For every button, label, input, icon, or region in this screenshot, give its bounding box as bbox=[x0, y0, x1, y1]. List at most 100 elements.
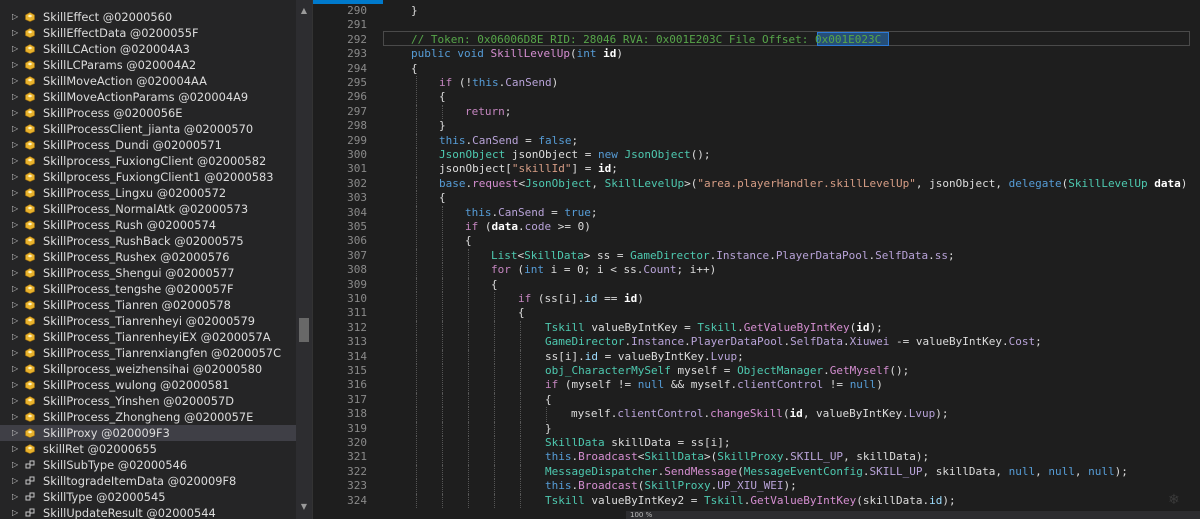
tree-item[interactable]: ▷ SkillProcess_NormalAtk @02000573 bbox=[0, 201, 296, 217]
expand-arrow-icon[interactable]: ▷ bbox=[12, 329, 22, 345]
code-line[interactable]: 315 obj_CharacterMySelf myself = ObjectMa… bbox=[313, 364, 1200, 379]
tree-scrollbar-thumb[interactable] bbox=[299, 318, 309, 342]
tree-item[interactable]: ▷ SkillProcess_Lingxu @02000572 bbox=[0, 185, 296, 201]
expand-arrow-icon[interactable]: ▷ bbox=[12, 249, 22, 265]
expand-arrow-icon[interactable]: ▷ bbox=[12, 409, 22, 425]
expand-arrow-icon[interactable]: ▷ bbox=[12, 25, 22, 41]
code-line[interactable]: 303 { bbox=[313, 191, 1200, 206]
tree-item[interactable]: ▷ SkillMoveActionParams @020004A9 bbox=[0, 89, 296, 105]
expand-arrow-icon[interactable]: ▷ bbox=[12, 217, 22, 233]
tree-item[interactable]: ▷ SkillProcess_Tianrenheyi @02000579 bbox=[0, 313, 296, 329]
code-line[interactable]: 294 { bbox=[313, 62, 1200, 77]
expand-arrow-icon[interactable]: ▷ bbox=[12, 425, 22, 441]
code-line[interactable]: 319} bbox=[313, 421, 1200, 437]
tree-item[interactable]: ▷ SkillMoveAction @020004AA bbox=[0, 73, 296, 89]
expand-arrow-icon[interactable]: ▷ bbox=[12, 505, 22, 519]
tree-item[interactable]: ▷ SkillUpdateResult @02000544 bbox=[0, 505, 296, 519]
expand-arrow-icon[interactable]: ▷ bbox=[12, 89, 22, 105]
code-line[interactable]: 310 if (ss[i].id == id) bbox=[313, 292, 1200, 307]
expand-arrow-icon[interactable]: ▷ bbox=[12, 265, 22, 281]
code-line[interactable]: 318 myself.clientControl.changeSkill(id, … bbox=[313, 407, 1200, 422]
expand-arrow-icon[interactable]: ▷ bbox=[12, 121, 22, 137]
tree-item[interactable]: ▷ SkillEffectData @0200055F bbox=[0, 25, 296, 41]
tree-item[interactable]: ▷ SkillSubType @02000546 bbox=[0, 457, 296, 473]
expand-arrow-icon[interactable]: ▷ bbox=[12, 345, 22, 361]
tree-item[interactable]: ▷ SkillProcess_Rushex @02000576 bbox=[0, 249, 296, 265]
expand-arrow-icon[interactable]: ▷ bbox=[12, 73, 22, 89]
tree-item[interactable]: ▷ SkillProcess_Zhongheng @0200057E bbox=[0, 409, 296, 425]
expand-arrow-icon[interactable]: ▷ bbox=[12, 201, 22, 217]
expand-arrow-icon[interactable]: ▷ bbox=[12, 9, 22, 25]
code-line[interactable]: 295 if (!this.CanSend) bbox=[313, 76, 1200, 91]
expand-arrow-icon[interactable]: ▷ bbox=[12, 361, 22, 377]
tree-item[interactable]: ▷ SkillProcess_Rush @02000574 bbox=[0, 217, 296, 233]
expand-arrow-icon[interactable]: ▷ bbox=[12, 281, 22, 297]
tree-item[interactable]: ▷ SkillProcess @0200056E bbox=[0, 105, 296, 121]
expand-arrow-icon[interactable]: ▷ bbox=[12, 377, 22, 393]
tree-item[interactable]: ▷ SkillProcess_Yinshen @0200057D bbox=[0, 393, 296, 409]
tree-item[interactable]: ▷ Skillprocess_weizhensihai @02000580 bbox=[0, 361, 296, 377]
expand-arrow-icon[interactable]: ▷ bbox=[12, 41, 22, 57]
code-line[interactable]: 309 { bbox=[313, 277, 1200, 293]
expand-arrow-icon[interactable]: ▷ bbox=[12, 169, 22, 185]
code-line[interactable]: 297 return; bbox=[313, 104, 1200, 120]
code-line[interactable]: 301 jsonObject["skillId"] = id; bbox=[313, 162, 1200, 177]
code-line[interactable]: 305 if (data.code >= 0) bbox=[313, 220, 1200, 235]
tree-item[interactable]: ▷ skillRet @02000655 bbox=[0, 441, 296, 457]
tree-item[interactable]: ▷ SkillProcess_wulong @02000581 bbox=[0, 377, 296, 393]
expand-arrow-icon[interactable]: ▷ bbox=[12, 297, 22, 313]
expand-arrow-icon[interactable]: ▷ bbox=[12, 185, 22, 201]
expand-arrow-icon[interactable]: ▷ bbox=[12, 137, 22, 153]
tree-item[interactable]: ▷ SkillProcessClient_jianta @02000570 bbox=[0, 121, 296, 137]
code-line[interactable]: 317 { bbox=[313, 392, 1200, 408]
code-line[interactable]: 321 this.Broadcast<SkillData>(SkillProxy.… bbox=[313, 450, 1200, 465]
tree-item[interactable]: ▷ SkillProcess_Shengui @02000577 bbox=[0, 265, 296, 281]
code-line[interactable]: 322 MessageDispatcher. SendMessage(Message… bbox=[313, 464, 1200, 480]
code-line[interactable]: 293 public void SkillLevelUp(int id) bbox=[313, 47, 1200, 62]
code-line[interactable]: 308 for (int i = 0; i < ss.Count; i++) bbox=[313, 263, 1200, 278]
scroll-down-icon[interactable]: ▼ bbox=[298, 502, 310, 512]
tree-item[interactable]: ▷ Skillprocess_FuxiongClient1 @02000583 bbox=[0, 169, 296, 185]
code-line[interactable]: 323 this.Broadcast(SkillProxy.UP_XIU_WEI)… bbox=[313, 479, 1200, 494]
code-line[interactable]: 291 bbox=[313, 18, 1200, 33]
tree-item[interactable]: ▷ SkillLCAction @020004A3 bbox=[0, 41, 296, 57]
expand-arrow-icon[interactable]: ▷ bbox=[12, 57, 22, 73]
code-line[interactable]: 296 { bbox=[313, 90, 1200, 105]
zoom-level[interactable]: 100 % bbox=[630, 511, 652, 519]
scroll-up-icon[interactable]: ▲ bbox=[298, 6, 310, 16]
tree-item[interactable]: ▷ SkillProcess_Tianren @02000578 bbox=[0, 297, 296, 313]
code-line[interactable]: 298} bbox=[313, 119, 1200, 134]
expand-arrow-icon[interactable]: ▷ bbox=[12, 153, 22, 169]
tree-item[interactable]: ▷ SkillProcess_Tianrenxiangfen @0200057C bbox=[0, 345, 296, 361]
code-line[interactable]: 304 this.CanSend = true; bbox=[313, 205, 1200, 221]
code-line[interactable]: 314 ss[i].id = valueByIntKey.Lvup; bbox=[313, 349, 1200, 365]
code-line[interactable]: 313 GameDirector.Instance.PlayerDataPool.… bbox=[313, 335, 1200, 350]
expand-arrow-icon[interactable]: ▷ bbox=[12, 313, 22, 329]
code-line[interactable]: 299 this.CanSend = false; bbox=[313, 133, 1200, 149]
tree-scrollbar[interactable] bbox=[296, 0, 312, 519]
tree-item[interactable]: ▷ Skillprocess_FuxiongClient @02000582 bbox=[0, 153, 296, 169]
expand-arrow-icon[interactable]: ▷ bbox=[12, 105, 22, 121]
tree-item[interactable]: ▷ SkillProcess_Dundi @02000571 bbox=[0, 137, 296, 153]
code-line[interactable]: 292 // Token: 0x06006D8E RID: 28046 RVA: … bbox=[313, 33, 1200, 48]
code-line[interactable]: 311 { bbox=[313, 306, 1200, 321]
expand-arrow-icon[interactable]: ▷ bbox=[12, 473, 22, 489]
code-line[interactable]: 300 JsonObject jsonObject = new JsonObjec… bbox=[313, 148, 1200, 163]
tree-item[interactable]: ▷ SkilltogradeItemData @020009F8 bbox=[0, 473, 296, 489]
code-line[interactable]: 307 List<SkillData> ss = GameDirector.Ins… bbox=[313, 248, 1200, 264]
code-line[interactable]: 302 base.request<JsonObject, SkillLevelUp… bbox=[313, 176, 1200, 192]
expand-arrow-icon[interactable]: ▷ bbox=[12, 441, 22, 457]
tree-item[interactable]: ▷ SkillLCParams @020004A2 bbox=[0, 57, 296, 73]
expand-arrow-icon[interactable]: ▷ bbox=[12, 457, 22, 473]
tree-item[interactable]: ▷ SkillProcess_RushBack @02000575 bbox=[0, 233, 296, 249]
tree-item[interactable]: ▷ SkillEffect @02000560 bbox=[0, 9, 296, 25]
expand-arrow-icon[interactable]: ▷ bbox=[12, 489, 22, 505]
code-editor[interactable]: 290} 291 292// Token: 0x06006D8E RID: 2804… bbox=[313, 0, 1200, 519]
tree-item[interactable]: ▷ SkillType @02000545 bbox=[0, 489, 296, 505]
expand-arrow-icon[interactable]: ▷ bbox=[12, 233, 22, 249]
code-line[interactable]: 312 Tskill valueByIntKey = Tskill.GetValu… bbox=[313, 320, 1200, 336]
tree-item[interactable]: ▷ SkillProcess_tengshe @0200057F bbox=[0, 281, 296, 297]
tree-item[interactable]: ▷ SkillProxy @020009F3 bbox=[0, 425, 296, 441]
tree-item[interactable]: ▷ SkillProcess_TianrenheyiEX @0200057A bbox=[0, 329, 296, 345]
code-line[interactable]: 316 if (myself != null && myself.clientCo… bbox=[313, 378, 1200, 393]
